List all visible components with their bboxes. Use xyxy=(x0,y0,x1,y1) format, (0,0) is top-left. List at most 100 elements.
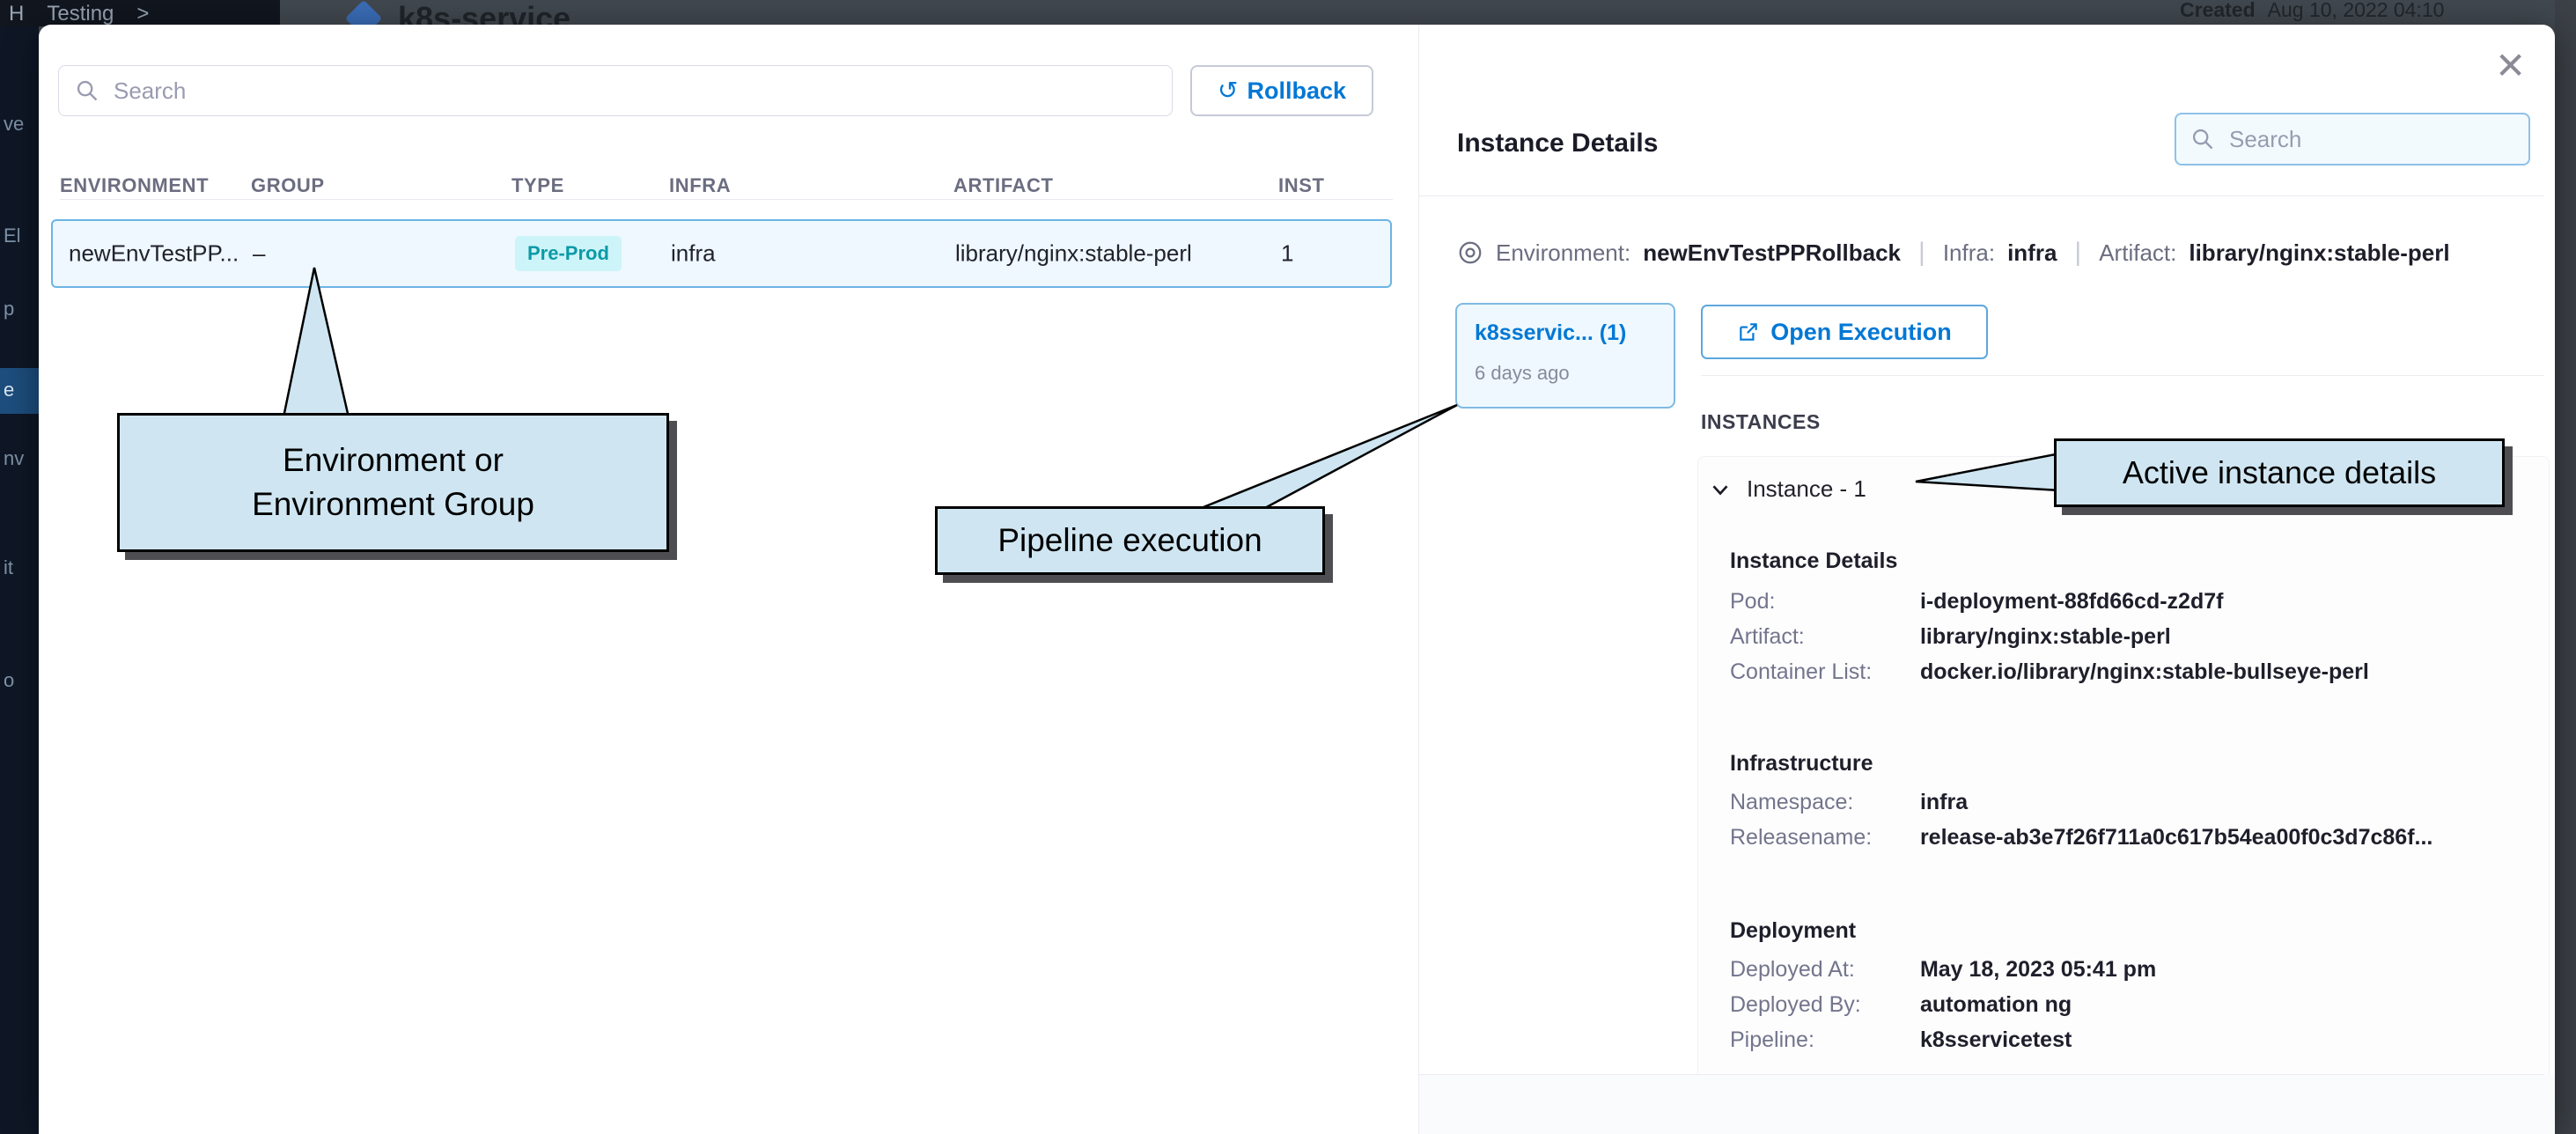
callout-text: Environment Group xyxy=(252,482,534,526)
sidebar-fragment: nv xyxy=(4,447,24,470)
rollback-icon: ↺ xyxy=(1218,78,1238,103)
detail-label: Deployed At: xyxy=(1730,957,1914,983)
created-timestamp: CreatedAug 10, 2022 04:10 xyxy=(2180,0,2444,22)
detail-row-deployed-by: Deployed By: automation ng xyxy=(1730,992,2072,1018)
environment-search-input[interactable] xyxy=(112,77,1156,106)
pane-divider xyxy=(1418,25,1419,1134)
pre-prod-badge: Pre-Prod xyxy=(515,236,622,271)
breadcrumb: H Testing > xyxy=(0,0,280,26)
open-execution-label: Open Execution xyxy=(1770,319,1952,346)
detail-label: Namespace: xyxy=(1730,790,1914,815)
instances-divider xyxy=(1701,375,2544,376)
detail-row-deployed-at: Deployed At: May 18, 2023 05:41 pm xyxy=(1730,957,2156,983)
cell-environment: newEnvTestPP... xyxy=(69,240,239,268)
close-icon[interactable]: ✕ xyxy=(2495,48,2526,85)
cell-inst-count: 1 xyxy=(1281,240,1293,268)
detail-label: Deployed By: xyxy=(1730,992,1914,1018)
service-cube-icon xyxy=(345,0,382,26)
pipeline-execution-card[interactable]: k8sservic... (1) 6 days ago xyxy=(1455,303,1675,409)
section-title-infrastructure: Infrastructure xyxy=(1730,751,1873,777)
backdrop-right-strip xyxy=(2555,0,2576,1134)
detail-value: i-deployment-88fd66cd-z2d7f xyxy=(1920,589,2224,614)
callout-tail xyxy=(1909,445,2067,501)
environment-value: newEnvTestPPRollback xyxy=(1643,239,1901,267)
sidebar-fragment: it xyxy=(4,556,13,579)
rollback-button[interactable]: ↺ Rollback xyxy=(1190,65,1373,116)
instance-search-box[interactable] xyxy=(2175,113,2530,166)
detail-label: Pod: xyxy=(1730,589,1914,615)
sidebar-fragment: ve xyxy=(4,113,24,136)
callout-tail xyxy=(264,261,370,421)
logo: H xyxy=(9,2,24,26)
rollback-modal: ↺ Rollback ENVIRONMENT GROUP TYPE INFRA … xyxy=(39,25,2555,1134)
execution-name: k8sservic... (1) xyxy=(1475,320,1674,346)
search-icon xyxy=(75,78,99,103)
detail-value: library/nginx:stable-perl xyxy=(1920,624,2171,649)
chevron-down-icon xyxy=(1710,479,1731,500)
rollback-label: Rollback xyxy=(1247,77,1346,105)
instance-title: Instance - 1 xyxy=(1747,475,1866,503)
environment-icon xyxy=(1457,239,1483,266)
detail-value: infra xyxy=(1920,790,1968,814)
section-title-deployment: Deployment xyxy=(1730,918,1856,944)
callout-text: Pipeline execution xyxy=(997,522,1262,559)
detail-row-pod: Pod: i-deployment-88fd66cd-z2d7f xyxy=(1730,589,2223,615)
search-icon xyxy=(2190,127,2215,151)
detail-label: Container List: xyxy=(1730,659,1914,685)
detail-row-artifact: Artifact: library/nginx:stable-perl xyxy=(1730,624,2171,650)
separator: | xyxy=(1913,238,1931,268)
sidebar-fragment: p xyxy=(4,298,14,320)
screen: ve El p e nv it o H Testing > k8s-servic… xyxy=(0,0,2576,1134)
infra-label: Infra: xyxy=(1943,239,1995,267)
backdrop-topbar: H Testing > k8s-service CreatedAug 10, 2… xyxy=(0,0,2576,26)
sidebar-fragment: El xyxy=(4,225,21,247)
environment-label: Environment: xyxy=(1496,239,1630,267)
column-infra: INFRA xyxy=(669,174,731,197)
infra-value: infra xyxy=(2007,239,2057,267)
environment-search-box[interactable] xyxy=(58,65,1173,116)
service-title: k8s-service xyxy=(398,0,570,26)
instance-accordion-header[interactable]: Instance - 1 xyxy=(1710,475,1866,503)
execution-time: 6 days ago xyxy=(1475,362,1674,385)
column-environment: ENVIRONMENT xyxy=(60,174,209,197)
detail-value: docker.io/library/nginx:stable-bullseye-… xyxy=(1920,659,2369,684)
section-title-instance-details: Instance Details xyxy=(1730,549,1897,574)
sidebar-sliver: ve El p e nv it o xyxy=(0,0,39,1134)
detail-value: k8sservicetest xyxy=(1920,1027,2072,1052)
callout-active-instance: Active instance details xyxy=(2054,438,2505,507)
callout-environment-group: Environment or Environment Group xyxy=(117,413,669,552)
table-header-divider xyxy=(60,199,1393,200)
callout-text: Environment or xyxy=(283,438,504,482)
detail-label: Pipeline: xyxy=(1730,1027,1914,1053)
instances-section-label: INSTANCES xyxy=(1701,410,1821,434)
detail-label: Releasename: xyxy=(1730,825,1914,850)
artifact-label: Artifact: xyxy=(2099,239,2176,267)
breadcrumb-project: Testing xyxy=(47,2,114,26)
sidebar-fragment: e xyxy=(4,379,14,401)
column-type: TYPE xyxy=(512,174,564,197)
panel-bottom-strip xyxy=(1419,1075,2555,1134)
breadcrumb-chevron-icon: > xyxy=(136,2,149,26)
environment-summary-line: Environment: newEnvTestPPRollback | Infr… xyxy=(1457,238,2450,268)
external-link-icon xyxy=(1737,320,1760,343)
sidebar-fragment: o xyxy=(4,669,14,692)
cell-artifact: library/nginx:stable-perl xyxy=(955,240,1192,268)
open-execution-button[interactable]: Open Execution xyxy=(1701,305,1988,359)
detail-label: Artifact: xyxy=(1730,624,1914,650)
column-inst: INST xyxy=(1278,174,1325,197)
column-group: GROUP xyxy=(251,174,325,197)
detail-row-releasename: Releasename: release-ab3e7f26f711a0c617b… xyxy=(1730,825,2432,850)
cell-infra: infra xyxy=(671,240,716,268)
detail-row-pipeline: Pipeline: k8sservicetest xyxy=(1730,1027,2072,1053)
column-artifact: ARTIFACT xyxy=(953,174,1054,197)
callout-text: Active instance details xyxy=(2123,454,2436,491)
callout-tail xyxy=(1189,398,1470,514)
detail-value: automation ng xyxy=(1920,992,2072,1017)
separator: | xyxy=(2069,238,2087,268)
detail-row-namespace: Namespace: infra xyxy=(1730,790,1968,815)
panel-header-divider xyxy=(1419,195,2544,196)
instance-search-input[interactable] xyxy=(2227,125,2514,154)
detail-value: release-ab3e7f26f711a0c617b54ea00f0c3d7c… xyxy=(1920,825,2432,850)
environment-table-row[interactable]: newEnvTestPP... – Pre-Prod infra library… xyxy=(51,219,1392,288)
callout-pipeline-execution: Pipeline execution xyxy=(935,506,1325,575)
